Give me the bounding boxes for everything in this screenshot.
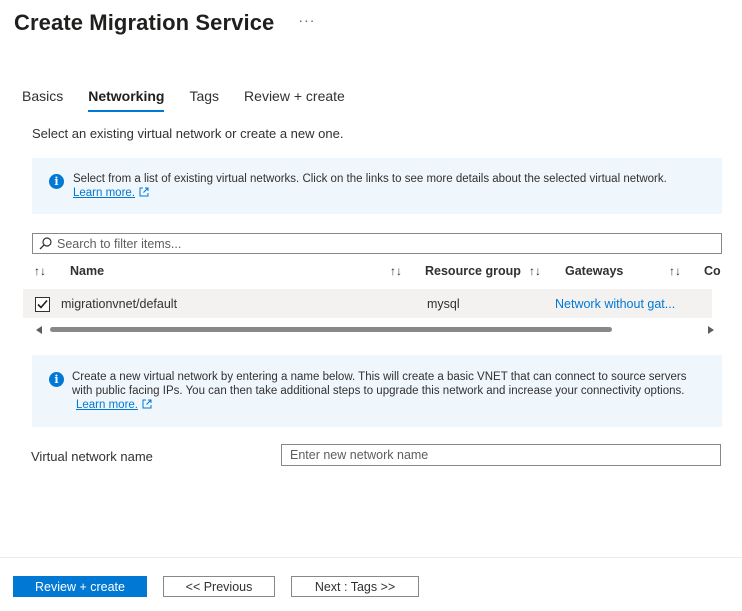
filter-search-box[interactable] — [32, 233, 722, 254]
row-checkbox[interactable] — [35, 297, 50, 312]
learn-more-link[interactable]: Learn more. — [76, 399, 138, 411]
intro-text: Select an existing virtual network or cr… — [32, 126, 344, 141]
tab-review-create[interactable]: Review + create — [244, 88, 345, 112]
info-existing-text: Select from a list of existing virtual n… — [73, 173, 667, 185]
column-header-name[interactable]: Name — [70, 264, 104, 278]
page-title: Create Migration Service — [14, 10, 275, 35]
next-tags-button[interactable]: Next : Tags >> — [291, 576, 419, 597]
cell-resource-group: mysql — [427, 297, 460, 311]
external-link-icon[interactable] — [142, 399, 152, 409]
vnet-name-label: Virtual network name — [31, 449, 153, 464]
column-header-resource-group[interactable]: Resource group — [425, 264, 521, 278]
horizontal-scrollbar[interactable] — [32, 325, 718, 335]
previous-button[interactable]: << Previous — [163, 576, 275, 597]
info-box-existing-network: i Select from a list of existing virtual… — [32, 158, 722, 214]
cell-gateways-link[interactable]: Network without gat... — [555, 297, 675, 311]
cell-name: migrationvnet/default — [61, 297, 178, 311]
review-create-button[interactable]: Review + create — [13, 576, 147, 597]
scroll-left-arrow-icon[interactable] — [36, 326, 42, 334]
tab-basics[interactable]: Basics — [22, 88, 63, 112]
sort-icon[interactable]: ↑↓ — [34, 264, 46, 278]
tab-networking[interactable]: Networking — [88, 88, 165, 112]
scrollbar-thumb[interactable] — [50, 327, 612, 332]
footer-divider — [0, 557, 742, 558]
sort-icon[interactable]: ↑↓ — [529, 264, 541, 278]
grid-header: ↑↓ Name ↑↓ Resource group ↑↓ Gateways ↑↓… — [0, 262, 742, 282]
vnet-name-input[interactable] — [281, 444, 721, 466]
info-box-new-network: i Create a new virtual network by enteri… — [32, 355, 722, 427]
info-icon: i — [49, 372, 64, 387]
tab-bar: Basics Networking Tags Review + create — [22, 88, 370, 112]
sort-icon[interactable]: ↑↓ — [669, 264, 681, 278]
info-icon: i — [49, 174, 64, 189]
tab-tags[interactable]: Tags — [189, 88, 219, 112]
table-row[interactable]: migrationvnet/default mysql Network with… — [23, 289, 712, 318]
scroll-right-arrow-icon[interactable] — [708, 326, 714, 334]
more-icon[interactable]: ··· — [298, 12, 315, 28]
checkbox-checked-icon — [37, 299, 48, 309]
learn-more-link[interactable]: Learn more. — [73, 187, 135, 199]
external-link-icon[interactable] — [139, 187, 149, 197]
sort-icon[interactable]: ↑↓ — [390, 264, 402, 278]
filter-search-input[interactable] — [57, 236, 697, 251]
column-header-connected[interactable]: Co — [704, 264, 721, 278]
title-row: Create Migration Service ··· — [14, 10, 315, 36]
info-new-text: Create a new virtual network by entering… — [72, 371, 687, 397]
search-icon — [39, 237, 52, 250]
column-header-gateways[interactable]: Gateways — [565, 264, 623, 278]
